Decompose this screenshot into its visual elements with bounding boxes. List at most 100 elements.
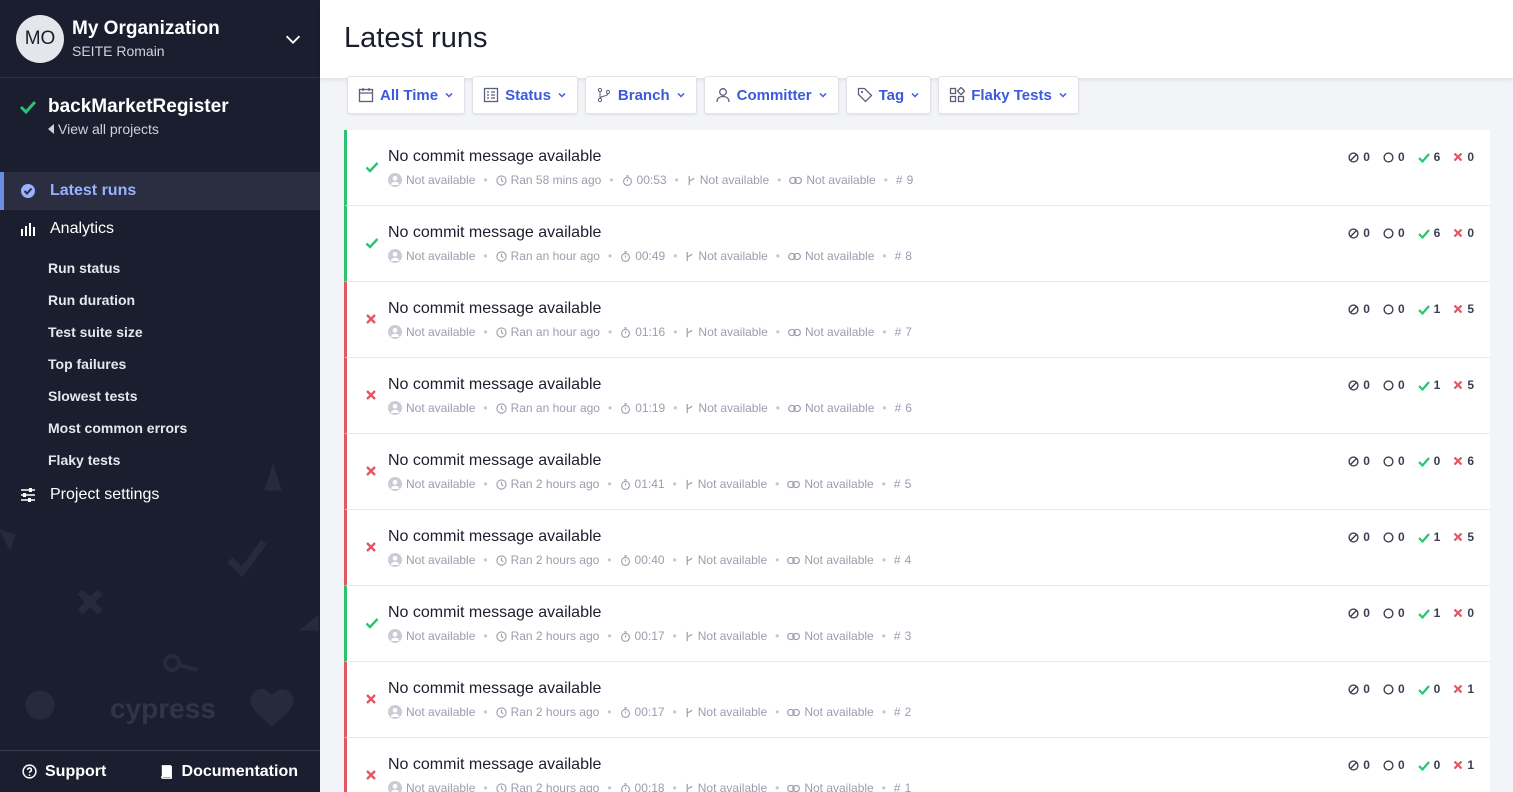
failed-count-value: 1: [1467, 758, 1474, 772]
filter-branch[interactable]: Branch: [584, 76, 697, 114]
skipped-count: 0: [1348, 606, 1370, 620]
circle-icon: [1383, 531, 1394, 543]
separator-dot: •: [775, 629, 780, 643]
org-switcher[interactable]: MO My Organization SEITE Romain: [0, 0, 320, 78]
run-title[interactable]: No commit message available: [388, 376, 601, 394]
run-title[interactable]: No commit message available: [388, 604, 601, 622]
run-row[interactable]: No commit message available Not availabl…: [344, 358, 1490, 434]
git-branch-icon: [686, 631, 693, 641]
run-title[interactable]: No commit message available: [388, 452, 601, 470]
sidebar-item-test-suite-size[interactable]: Test suite size: [0, 316, 320, 348]
chevron-down-icon: [819, 92, 827, 98]
run-row[interactable]: No commit message available Not availabl…: [344, 434, 1490, 510]
passed-count: 0: [1417, 758, 1440, 772]
run-number-label: 6: [905, 401, 912, 415]
separator-dot: •: [673, 401, 678, 415]
sidebar-item-top-failures[interactable]: Top failures: [0, 348, 320, 380]
run-row[interactable]: No commit message available Not availabl…: [344, 130, 1490, 206]
run-duration: 00:18: [620, 781, 665, 792]
run-title[interactable]: No commit message available: [388, 756, 601, 774]
clock-icon: [495, 250, 507, 262]
run-branch: Not available: [687, 173, 769, 187]
clock-icon: [495, 478, 507, 490]
failed-count: 0: [1453, 226, 1474, 240]
run-title[interactable]: No commit message available: [388, 148, 601, 166]
documentation-label: Documentation: [181, 762, 298, 780]
separator-dot: •: [881, 629, 886, 643]
filter-status[interactable]: Status: [472, 76, 578, 114]
stopwatch-icon: [620, 554, 630, 566]
stopwatch-icon: [621, 402, 631, 414]
skipped-count-value: 0: [1363, 758, 1370, 772]
sidebar-item-analytics[interactable]: Analytics: [0, 210, 320, 248]
stopwatch-icon: [620, 706, 630, 718]
run-time: Ran 2 hours ago: [495, 553, 599, 567]
chevron-down-icon[interactable]: [282, 28, 304, 50]
separator-dot: •: [672, 781, 677, 792]
pending-count-value: 0: [1397, 150, 1405, 164]
support-link[interactable]: Support: [22, 763, 106, 781]
run-time: Ran 2 hours ago: [495, 781, 600, 792]
sidebar-item-slowest-tests[interactable]: Slowest tests: [0, 380, 320, 412]
run-duration: 01:41: [620, 477, 665, 491]
failed-count: 1: [1453, 682, 1474, 696]
run-number: # 3: [894, 629, 911, 643]
support-label: Support: [45, 762, 107, 780]
pending-count: 0: [1383, 150, 1405, 164]
filter-committer[interactable]: Committer: [703, 76, 839, 114]
pending-count-value: 0: [1397, 226, 1405, 240]
passed-count-value: 0: [1433, 682, 1441, 696]
skipped-count-value: 0: [1363, 530, 1370, 544]
run-title[interactable]: No commit message available: [388, 680, 601, 698]
link-icon: [787, 708, 801, 716]
close-icon: [365, 540, 379, 554]
user-avatar-icon: [388, 173, 402, 187]
run-row[interactable]: No commit message available Not availabl…: [344, 738, 1490, 792]
run-row[interactable]: No commit message available Not availabl…: [344, 586, 1490, 662]
skipped-count-value: 0: [1363, 378, 1370, 392]
skipped-count: 0: [1348, 302, 1370, 316]
run-counts: 0 0 0 6: [1348, 454, 1474, 468]
separator-dot: •: [672, 477, 677, 491]
run-row[interactable]: No commit message available Not availabl…: [344, 510, 1490, 586]
sidebar-item-run-status[interactable]: Run status: [0, 252, 320, 284]
filter-flaky-tests[interactable]: Flaky Tests: [938, 76, 1079, 114]
run-title[interactable]: No commit message available: [388, 224, 601, 242]
link-icon: [787, 480, 801, 488]
skipped-count: 0: [1348, 682, 1370, 696]
sidebar-item-run-duration[interactable]: Run duration: [0, 284, 320, 316]
documentation-link[interactable]: Documentation: [159, 763, 298, 781]
separator-dot: •: [609, 173, 614, 187]
sidebar-item-latest-runs[interactable]: Latest runs: [0, 172, 320, 210]
run-row[interactable]: No commit message available Not availabl…: [344, 282, 1490, 358]
run-row[interactable]: No commit message available Not availabl…: [344, 662, 1490, 738]
run-duration: 00:17: [620, 629, 665, 643]
run-row[interactable]: No commit message available Not availabl…: [344, 206, 1490, 282]
run-ci-link: Not available: [788, 249, 874, 263]
run-time-label: Ran 2 hours ago: [510, 781, 600, 792]
separator-dot: •: [881, 781, 886, 792]
skipped-count: 0: [1348, 758, 1370, 772]
ban-icon: [1348, 227, 1359, 239]
filter-tag[interactable]: Tag: [845, 76, 932, 114]
sidebar-footer: Support Documentation: [0, 750, 320, 792]
run-duration-label: 00:17: [634, 629, 665, 643]
separator-dot: •: [483, 477, 488, 491]
user-avatar-icon: [388, 249, 402, 263]
avatar: MO: [16, 14, 64, 63]
run-title[interactable]: No commit message available: [388, 528, 601, 546]
run-branch-label: Not available: [697, 477, 768, 491]
passed-count-value: 0: [1433, 454, 1441, 468]
chevron-down-icon: [1059, 92, 1067, 98]
separator-dot: •: [607, 553, 612, 567]
run-duration: 00:53: [622, 173, 667, 187]
run-title[interactable]: No commit message available: [388, 300, 601, 318]
view-all-projects-link[interactable]: View all projects: [48, 121, 304, 137]
run-number-label: 1: [904, 781, 912, 792]
run-number: # 5: [894, 477, 911, 491]
filter-time[interactable]: All Time: [347, 76, 466, 114]
run-number-label: 3: [904, 629, 912, 643]
view-all-label: View all projects: [58, 121, 159, 137]
sidebar-item-label: Latest runs: [50, 182, 137, 199]
project-name: backMarketRegister: [48, 96, 229, 117]
